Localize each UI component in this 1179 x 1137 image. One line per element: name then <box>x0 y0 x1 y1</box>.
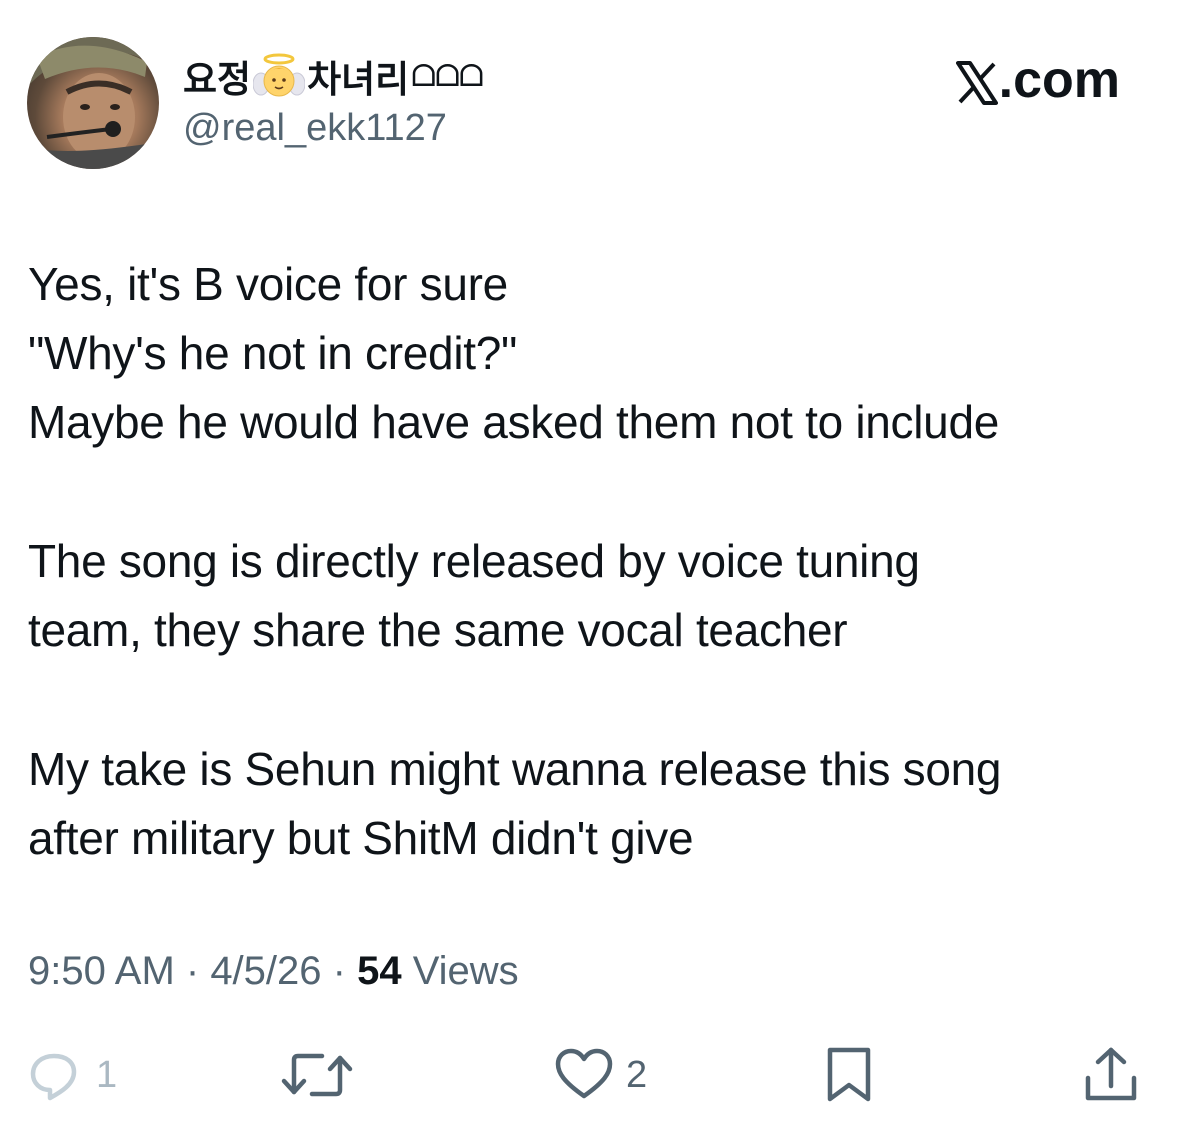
views-count: 54 <box>357 949 402 993</box>
display-name-trailing: ᗝᗝᗝ <box>411 58 484 94</box>
action-bar: 1 2 <box>0 1040 1179 1110</box>
retweet-icon <box>281 1053 353 1097</box>
bookmark-icon <box>827 1047 871 1102</box>
like-count: 2 <box>626 1053 648 1096</box>
share-button[interactable] <box>1082 1040 1140 1110</box>
tweet-line: The song is directly released by voice t… <box>28 535 920 587</box>
avatar[interactable] <box>27 37 159 169</box>
meta-separator: · <box>174 949 211 993</box>
retweet-button[interactable] <box>280 1040 354 1110</box>
display-name[interactable]: 요정 차녀리 ᗝᗝᗝ <box>183 52 484 101</box>
display-name-prefix: 요정 <box>183 58 252 101</box>
share-icon <box>1085 1047 1137 1101</box>
tweet-line: "Why's he not in credit?" <box>28 327 518 379</box>
display-name-suffix: 차녀리 <box>307 58 410 101</box>
reply-count: 1 <box>96 1053 118 1096</box>
user-handle[interactable]: @real_ekk1127 <box>183 107 447 150</box>
tweet-line: My take is Sehun might wanna release thi… <box>28 743 1002 795</box>
meta-separator: · <box>321 949 358 993</box>
tweet-date[interactable]: 4/5/26 <box>210 949 321 993</box>
tweet-meta: 9:50 AM · 4/5/26 · 54 Views <box>28 949 519 994</box>
bookmark-button[interactable] <box>822 1040 876 1110</box>
tweet-line: Yes, it's B voice for sure <box>28 258 508 310</box>
profile-photo <box>27 37 159 169</box>
tweet-line: Maybe he would have asked them not to in… <box>28 396 1000 448</box>
tweet-text: Yes, it's B voice for sure "Why's he not… <box>28 250 1158 873</box>
tweet-time[interactable]: 9:50 AM <box>28 949 175 993</box>
angel-emoji-icon <box>252 52 306 100</box>
x-logo-icon <box>955 58 998 105</box>
reply-icon <box>30 1053 77 1101</box>
views-label: Views <box>401 949 519 993</box>
reply-button[interactable]: 1 <box>28 1040 117 1110</box>
brand-domain: .com <box>998 51 1120 109</box>
heart-icon <box>555 1048 613 1099</box>
tweet-line: after military but ShitM didn't give <box>28 812 694 864</box>
tweet-line: team, they share the same vocal teacher <box>28 604 848 656</box>
brand-watermark: .com <box>955 50 1120 110</box>
like-button[interactable]: 2 <box>554 1040 647 1110</box>
